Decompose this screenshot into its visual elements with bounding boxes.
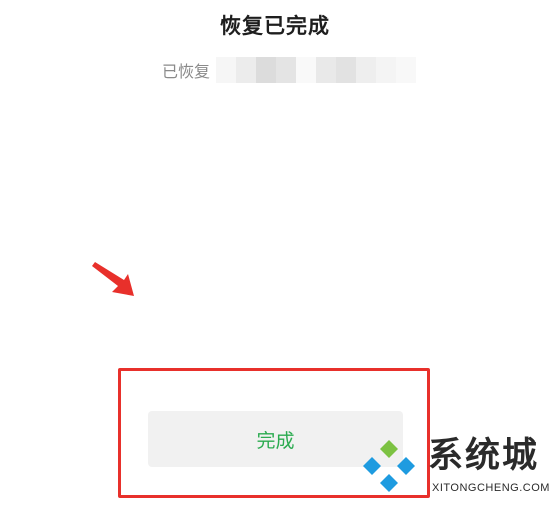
watermark-domain: XITONGCHENG.COM (432, 482, 550, 494)
page-title: 恢复已完成 (220, 14, 330, 38)
brand-logo-icon (363, 440, 415, 492)
watermark: 系统城 XITONGCHENG.COM (356, 434, 550, 506)
restore-complete-screen: 恢复已完成 已恢复 完成 系统城 XITONGCHENG.COM (0, 0, 550, 510)
blurred-content (216, 57, 417, 83)
subtitle-text: 已恢复 (162, 62, 211, 81)
arrow-icon (92, 262, 134, 296)
subtitle-row: 已恢复 (162, 56, 417, 84)
watermark-brand: 系统城 (428, 436, 540, 476)
